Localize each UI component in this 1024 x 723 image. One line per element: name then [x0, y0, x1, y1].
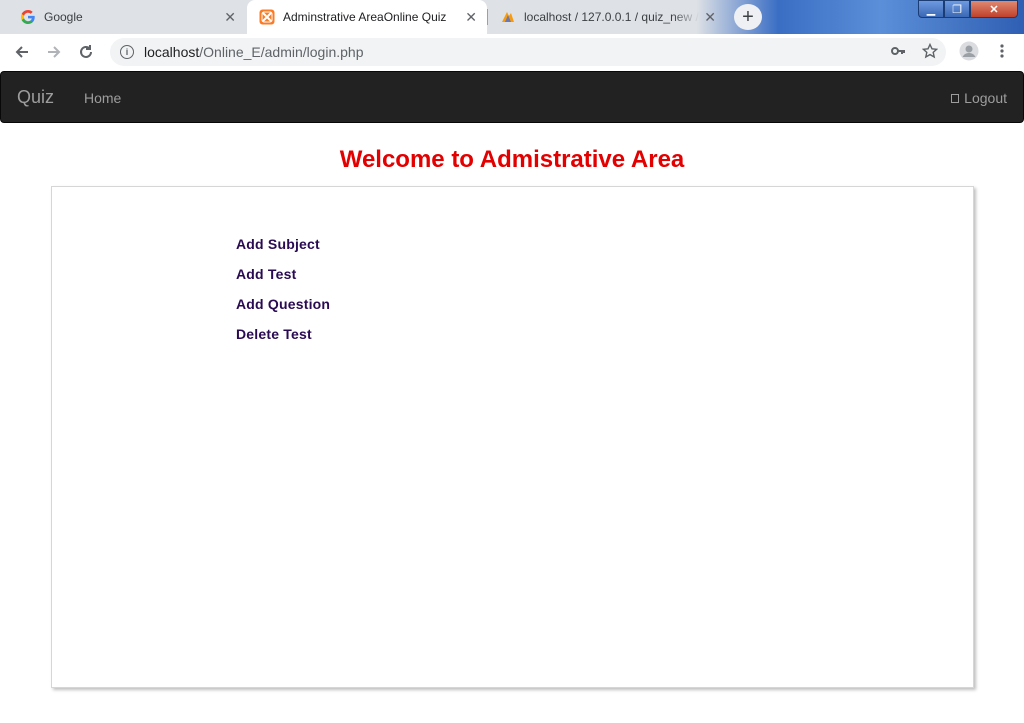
tab-admin-area[interactable]: Adminstrative AreaOnline Quiz ✕: [247, 0, 487, 34]
window-minimize-icon[interactable]: ▁: [918, 0, 944, 18]
url-path: /Online_E/admin/login.php: [199, 44, 364, 60]
nav-home-link[interactable]: Home: [84, 90, 121, 106]
xampp-icon: [259, 9, 275, 25]
browser-toolbar: i localhost/Online_E/admin/login.php: [0, 34, 1024, 70]
site-navbar: Quiz Home Logout: [0, 71, 1024, 123]
browser-tab-strip: Google ✕ Adminstrative AreaOnline Quiz ✕…: [0, 0, 1024, 34]
page-title: Welcome to Admistrative Area: [339, 146, 685, 173]
close-icon[interactable]: ✕: [465, 9, 477, 25]
tab-google[interactable]: Google ✕: [8, 0, 246, 34]
back-arrow-icon[interactable]: [10, 40, 34, 64]
close-icon[interactable]: ✕: [224, 9, 236, 25]
close-icon[interactable]: ✕: [704, 9, 716, 25]
phpmyadmin-icon: [500, 9, 516, 25]
address-bar[interactable]: i localhost/Online_E/admin/login.php: [110, 38, 946, 66]
key-icon[interactable]: [887, 40, 909, 62]
forward-arrow-icon[interactable]: [42, 40, 66, 64]
add-test-link[interactable]: Add Test: [236, 266, 296, 282]
add-subject-link[interactable]: Add Subject: [236, 236, 320, 252]
reload-icon[interactable]: [74, 40, 98, 64]
logout-link[interactable]: Logout: [951, 90, 1007, 106]
info-icon[interactable]: i: [120, 45, 134, 59]
tab-title: Google: [44, 10, 83, 24]
brand-link[interactable]: Quiz: [17, 87, 54, 108]
tab-title: Adminstrative AreaOnline Quiz: [283, 10, 447, 24]
delete-test-link[interactable]: Delete Test: [236, 326, 312, 342]
new-tab-plus-icon[interactable]: +: [734, 4, 762, 30]
more-menu-icon[interactable]: [991, 40, 1013, 62]
admin-panel: Add Subject Add Test Add Question Delete…: [51, 186, 974, 688]
tab-title: localhost / 127.0.0.1 / quiz_new /: [524, 10, 699, 24]
star-icon[interactable]: [919, 40, 941, 62]
logout-label: Logout: [964, 90, 1007, 106]
window-restore-icon[interactable]: ❐: [944, 0, 970, 18]
url-host: localhost: [144, 44, 200, 60]
google-g-icon: [20, 9, 36, 25]
tab-phpmyadmin[interactable]: localhost / 127.0.0.1 / quiz_new / ✕: [488, 0, 726, 34]
window-close-icon[interactable]: ✕: [970, 0, 1018, 18]
profile-avatar-icon[interactable]: [958, 40, 980, 62]
logout-icon: [951, 93, 960, 103]
add-question-link[interactable]: Add Question: [236, 296, 330, 312]
